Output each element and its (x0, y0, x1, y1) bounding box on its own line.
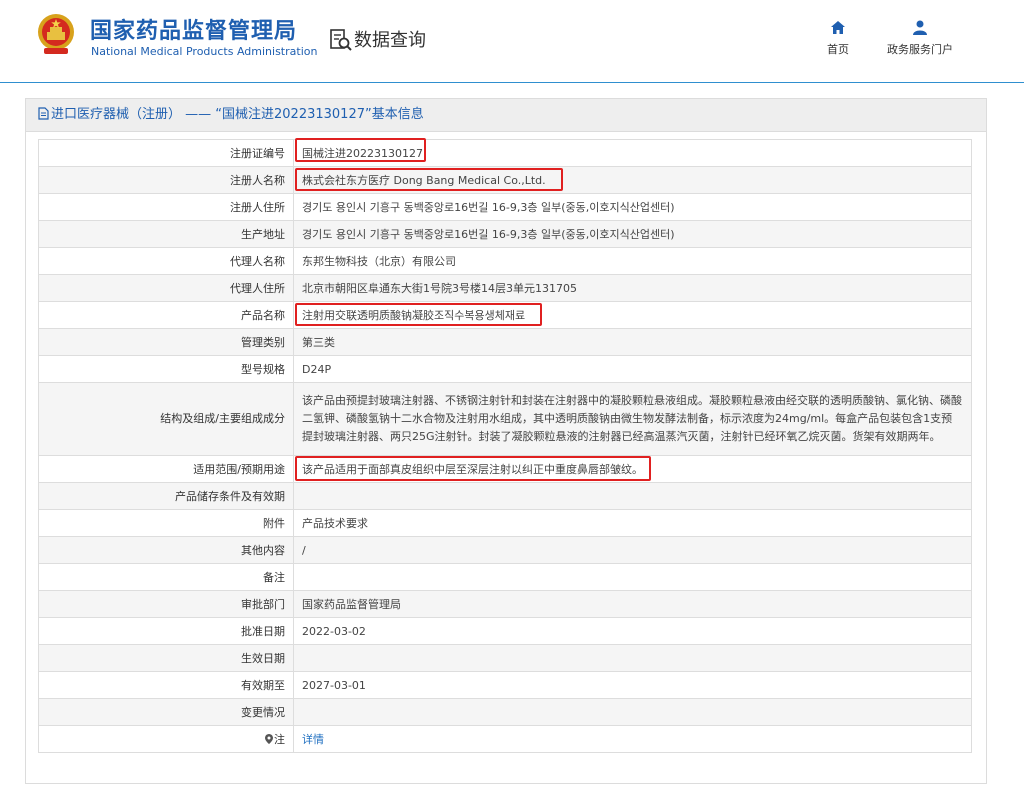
table-row: 结构及组成/主要组成成分 该产品由预提封玻璃注射器、不锈钢注射针和封装在注射器中… (38, 382, 972, 456)
row-label: 注册人住所 (38, 193, 294, 221)
panel-title-text: 进口医疗器械（注册） —— “国械注进20223130127”基本信息 (51, 107, 424, 122)
table-row: 变更情况 (38, 698, 972, 726)
row-value: 株式会社东方医疗 Dong Bang Medical Co.,Ltd. (293, 166, 972, 194)
data-query-title[interactable]: 数据查询 (354, 26, 426, 52)
national-emblem-icon (38, 14, 74, 54)
row-value: 该产品适用于面部真皮组织中层至深层注射以纠正中重度鼻唇部皱纹。 (293, 455, 972, 483)
row-label: 型号规格 (38, 355, 294, 383)
expiry-date: 2027-03-01 (293, 671, 972, 699)
table-row: 代理人住所 北京市朝阳区阜通东大街1号院3号楼14层3单元131705 (38, 274, 972, 302)
table-row: 注 详情 (38, 725, 972, 753)
nav-service-portal-label: 政务服务门户 (887, 43, 953, 56)
detail-panel: 进口医疗器械（注册） —— “国械注进20223130127”基本信息 注册证编… (25, 98, 987, 784)
row-label: 批准日期 (38, 617, 294, 645)
site-logo-subtitle[interactable]: National Medical Products Administration (91, 45, 317, 58)
table-row: 型号规格 D24P (38, 355, 972, 383)
change-history (293, 698, 972, 726)
user-icon (913, 20, 927, 35)
nav-service-portal[interactable]: 政务服务门户 (878, 20, 962, 57)
table-row: 注册证编号 国械注进20223130127 (38, 138, 972, 167)
row-label: 生产地址 (38, 220, 294, 248)
production-address: 경기도 용인시 기흥구 동백중앙로16번길 16-9,3층 일부(중동,이호지식… (293, 220, 972, 248)
effective-date (293, 644, 972, 672)
row-label: 其他内容 (38, 536, 294, 564)
table-row: 产品名称 注射用交联透明质酸钠凝胶조직수복용생체재료 (38, 301, 972, 329)
row-label: 生效日期 (38, 644, 294, 672)
table-row: 附件 产品技术要求 (38, 509, 972, 537)
row-label: 变更情况 (38, 698, 294, 726)
table-row: 产品储存条件及有效期 (38, 482, 972, 510)
row-label: 附件 (38, 509, 294, 537)
table-row: 批准日期 2022-03-02 (38, 617, 972, 645)
product-name: 注射用交联透明质酸钠凝胶조직수복용생체재료 (302, 309, 526, 322)
approval-department: 国家药品监督管理局 (293, 590, 972, 618)
row-label: 管理类别 (38, 328, 294, 356)
structure-composition: 该产品由预提封玻璃注射器、不锈钢注射针和封装在注射器中的凝胶颗粒悬液组成。凝胶颗… (293, 382, 972, 456)
row-value: 详情 (293, 725, 972, 753)
table-row: 审批部门 国家药品监督管理局 (38, 590, 972, 618)
site-header: 国家药品监督管理局 National Medical Products Admi… (0, 0, 1024, 83)
table-row: 有效期至 2027-03-01 (38, 671, 972, 699)
row-label: 代理人名称 (38, 247, 294, 275)
storage-conditions (293, 482, 972, 510)
model-spec: D24P (293, 355, 972, 383)
panel-title: 进口医疗器械（注册） —— “国械注进20223130127”基本信息 (26, 99, 986, 132)
registration-info-table: 注册证编号 国械注进20223130127 注册人名称 株式会社东方医疗 Don… (38, 138, 972, 753)
table-row: 生效日期 (38, 644, 972, 672)
table-row: 注册人住所 경기도 용인시 기흥구 동백중앙로16번길 16-9,3층 일부(중… (38, 193, 972, 221)
other-content: / (293, 536, 972, 564)
nav-home[interactable]: 首页 (818, 20, 858, 57)
row-label: 备注 (38, 563, 294, 591)
intended-use: 该产品适用于面部真皮组织中层至深层注射以纠正中重度鼻唇部皱纹。 (302, 463, 643, 476)
row-label: 审批部门 (38, 590, 294, 618)
table-row: 注册人名称 株式会社东方医疗 Dong Bang Medical Co.,Ltd… (38, 166, 972, 194)
data-query-icon (330, 29, 352, 51)
agent-name: 东邦生物科技（北京）有限公司 (293, 247, 972, 275)
table-row: 代理人名称 东邦生物科技（北京）有限公司 (38, 247, 972, 275)
agent-address: 北京市朝阳区阜通东大街1号院3号楼14层3单元131705 (293, 274, 972, 302)
details-link[interactable]: 详情 (302, 733, 324, 746)
row-label: 代理人住所 (38, 274, 294, 302)
home-icon (831, 21, 845, 34)
row-label: 注册证编号 (38, 139, 294, 167)
registration-number: 国械注进20223130127 (302, 147, 423, 160)
row-label: 产品名称 (38, 301, 294, 329)
row-label: 产品储存条件及有效期 (38, 482, 294, 510)
table-row: 管理类别 第三类 (38, 328, 972, 356)
registrant-address: 경기도 용인시 기흥구 동백중앙로16번길 16-9,3층 일부(중동,이호지식… (293, 193, 972, 221)
row-label: 适用范围/预期用途 (38, 455, 294, 483)
approval-date: 2022-03-02 (293, 617, 972, 645)
management-category: 第三类 (293, 328, 972, 356)
row-label: 注册人名称 (38, 166, 294, 194)
row-value: 注射用交联透明质酸钠凝胶조직수복용생체재료 (293, 301, 972, 329)
registrant-name: 株式会社东方医疗 Dong Bang Medical Co.,Ltd. (302, 174, 546, 187)
row-label: 结构及组成/主要组成成分 (38, 382, 294, 456)
table-row: 生产地址 경기도 용인시 기흥구 동백중앙로16번길 16-9,3층 일부(중동… (38, 220, 972, 248)
remarks (293, 563, 972, 591)
row-label: 有效期至 (38, 671, 294, 699)
note-label: 注 (274, 733, 285, 746)
nav-home-label: 首页 (827, 43, 849, 56)
table-row: 其他内容 / (38, 536, 972, 564)
row-label: 注 (38, 725, 294, 753)
row-value: 国械注进20223130127 (293, 138, 972, 167)
document-icon (38, 107, 49, 120)
location-pin-icon (265, 734, 273, 744)
attachment: 产品技术要求 (293, 509, 972, 537)
site-logo-title[interactable]: 国家药品监督管理局 (90, 13, 297, 45)
table-row: 备注 (38, 563, 972, 591)
table-row: 适用范围/预期用途 该产品适用于面部真皮组织中层至深层注射以纠正中重度鼻唇部皱纹… (38, 455, 972, 483)
